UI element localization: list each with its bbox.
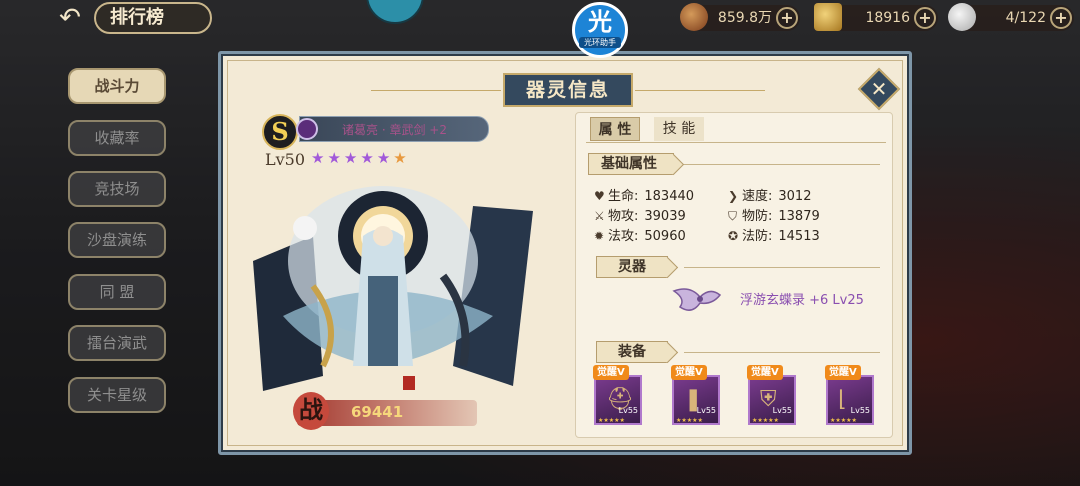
star-icon: ★ [393,149,410,167]
boots-icon: ⌊ [838,387,847,412]
equipment-stars: ★★★★★ [830,417,857,424]
grade-badge: S [262,114,298,150]
sidebar-tab-alliance[interactable]: 同 盟 [68,274,166,310]
element-orb-icon [296,118,318,140]
star-rating: ★★★★★★ [311,149,410,167]
back-arrow-icon[interactable]: ↶ [52,4,88,32]
add-stamina-button[interactable]: + [1050,7,1072,29]
stamina-icon [948,3,976,31]
equipment-slot-4[interactable]: 觉醒V ⌊ Lv55 ★★★★★ [825,365,874,425]
magic-icon: ✹ [594,229,605,243]
add-coin-button[interactable]: + [776,7,798,29]
gold-ingot-icon [814,3,842,31]
equipment-stars: ★★★★★ [752,417,779,424]
sidebar-tab-arena[interactable]: 竞技场 [68,171,166,207]
stat-magic-defense: ✪ 法防: 14513 [728,229,820,244]
sidebar-tab-sandbox[interactable]: 沙盘演练 [68,222,166,258]
power-badge: 战 [293,392,329,430]
hero-portrait [253,186,533,391]
stat-magic-attack: ✹ 法攻: 50960 [594,229,686,244]
stat-physical-attack: ⚔ 物攻: 39039 [594,209,686,224]
sidebar-tab-stage-stars[interactable]: 关卡星级 [68,377,166,413]
equipment-stars: ★★★★★ [598,417,625,424]
section-base-stats: 基础属性 [588,153,674,175]
add-gold-button[interactable]: + [914,7,936,29]
equipment-level: Lv55 [850,406,870,415]
equipment-slot-3[interactable]: 觉醒V ⛨ Lv55 ★★★★★ [747,365,796,425]
sidebar-tab-power[interactable]: 战斗力 [68,68,166,104]
resource-stamina: 4/122 + [948,3,1074,31]
speed-icon: ❯ [728,189,739,203]
section-divider [684,267,880,268]
sidebar-tab-ring[interactable]: 擂台演武 [68,325,166,361]
stat-physical-defense: ⛉ 物防: 13879 [728,209,820,224]
tab-attributes[interactable]: 属 性 [590,117,640,141]
section-divider [684,352,880,353]
combat-power: 战 69441 [293,392,477,430]
spirit-info-dialog: 器灵信息 ✕ S 诸葛亮 · 章武剑 +2 Lv50 ★★★★★★ 战 6944… [218,51,912,455]
equipment-slot-1[interactable]: 觉醒V ⛑ Lv55 ★★★★★ [593,365,642,425]
section-divider [684,164,880,165]
resource-value: 4/122 [1005,10,1046,26]
spirit-name: 浮游玄蝶录 +6 Lv25 [740,293,864,308]
resource-gold: 18916 + [814,3,938,31]
close-icon: ✕ [870,77,888,101]
sword-icon: ⚔ [594,209,605,223]
resource-coin: 859.8万 + [680,3,800,31]
butterfly-scroll-icon[interactable] [670,283,724,317]
sidebar-tab-collection[interactable]: 收藏率 [68,120,166,156]
awaken-tag: 觉醒V [671,365,707,380]
star-icon: ★ [343,149,361,167]
equipment-level: Lv55 [618,406,638,415]
shield-icon: ⛉ [728,209,738,223]
watermark-glyph: 光 [588,8,612,36]
hero-name-bar: 诸葛亮 · 章武剑 +2 [296,116,489,142]
equipment-level: Lv55 [772,406,792,415]
resource-value: 18916 [865,10,910,26]
close-button[interactable]: ✕ [857,67,901,111]
page-title: 排行榜 [94,2,212,34]
info-panel: 属 性 技 能 基础属性 ♥ 生命: 183440 ❯ 速度: 3012 ⚔ 物攻: 390… [575,112,893,438]
equipment-stars: ★★★★★ [676,417,703,424]
coin-icon [680,3,708,31]
watermark-text: 光环助手 [579,37,621,48]
dialog-title: 器灵信息 [371,73,765,107]
star-icon: ★ [327,149,344,167]
equipment-slot-2[interactable]: 觉醒V ❚ Lv55 ★★★★★ [671,365,720,425]
section-equipment: 装备 [596,341,668,363]
tab-divider [586,142,886,143]
star-icon: ★ [311,149,328,167]
awaken-tag: 觉醒V [747,365,783,380]
section-spirit: 灵器 [596,256,668,278]
stat-speed: ❯ 速度: 3012 [728,189,812,204]
star-icon: ★ [360,149,377,167]
power-value: 69441 [351,403,404,421]
heart-icon: ♥ [594,189,605,203]
magic-shield-icon: ✪ [728,229,739,243]
tab-skills[interactable]: 技 能 [654,117,704,141]
equipment-level: Lv55 [696,406,716,415]
awaken-tag: 觉醒V [593,365,629,380]
stat-hp: ♥ 生命: 183440 [594,189,695,204]
hero-name: 诸葛亮 · 章武剑 +2 [342,123,447,137]
watermark-logo: 光 光环助手 [572,2,628,58]
awaken-tag: 觉醒V [825,365,861,380]
resource-value: 859.8万 [717,10,772,26]
star-icon: ★ [376,149,394,167]
